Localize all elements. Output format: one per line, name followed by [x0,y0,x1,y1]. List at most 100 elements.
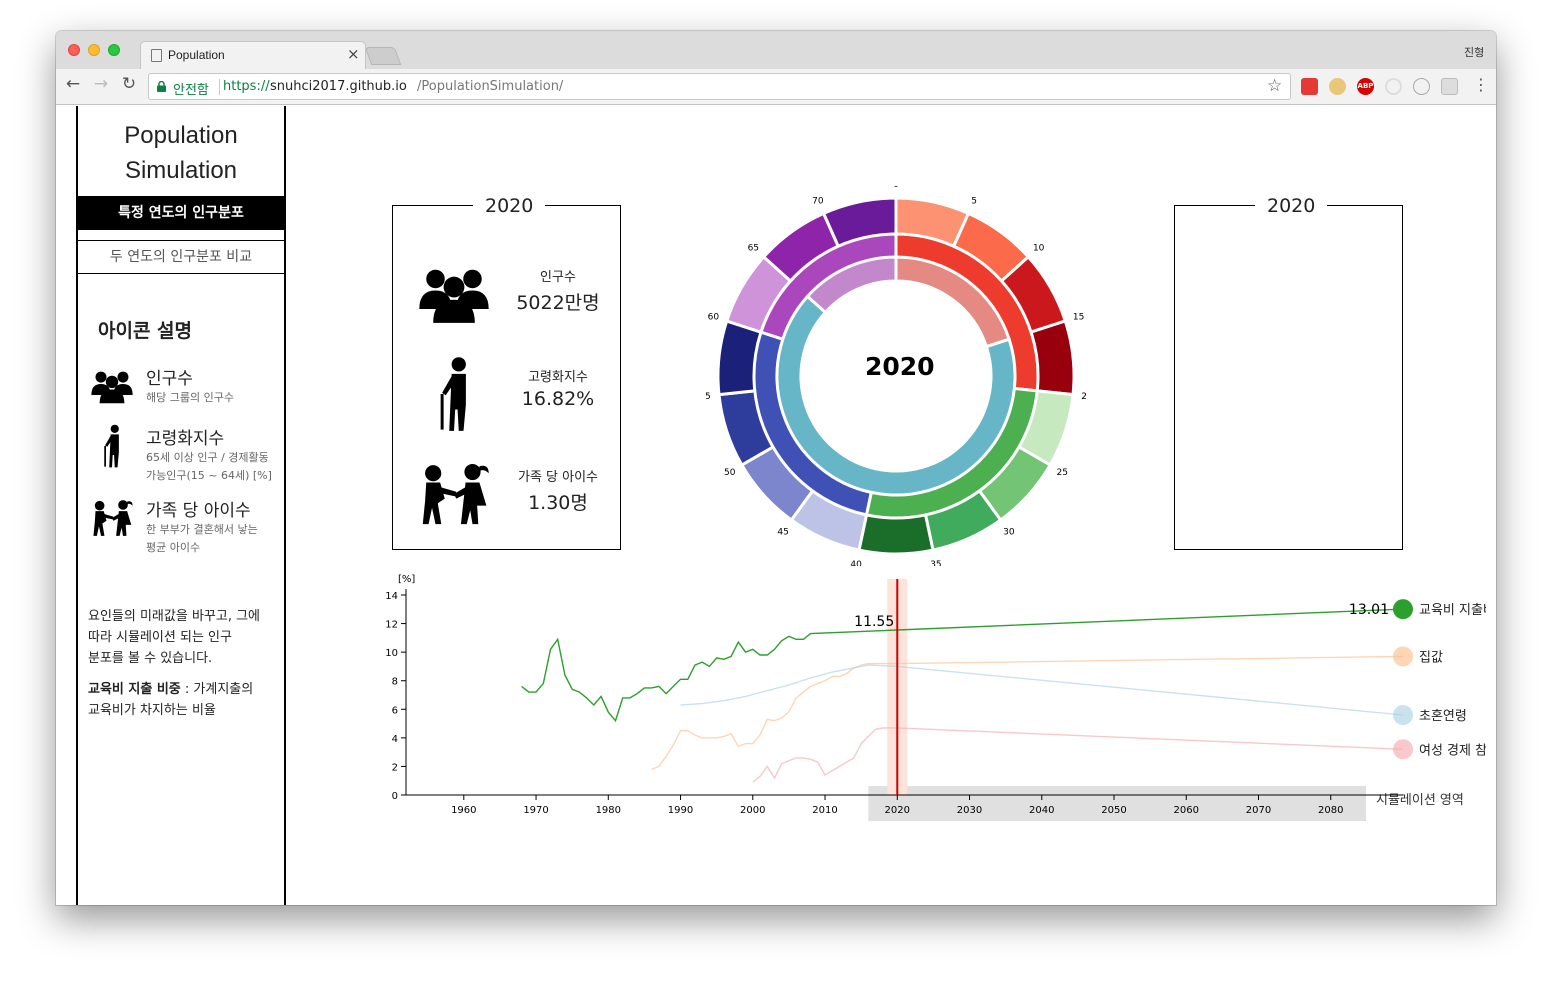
profile-name[interactable]: 진형 [1464,44,1484,60]
extension-circle-icon[interactable] [1385,78,1402,95]
x-tick-label: 2010 [812,805,837,816]
x-tick-label: 2070 [1246,805,1271,816]
elderly-cane-icon [90,424,134,468]
page-content: Population Simulation 특정 연도의 인구분포 두 연도의 인… [56,106,1496,905]
x-tick-label: 2060 [1174,805,1199,816]
stats-card-year: 2020 [473,195,546,217]
description-paragraph: 요인들의 미래값을 바꾸고, 그에 따라 시뮬레이션 되는 인구 분포를 볼 수 있… [88,609,261,666]
browser-tab[interactable]: Population × [140,41,366,69]
series-handle[interactable] [1393,739,1413,760]
people-group-icon [417,256,491,332]
y-tick-label: 8 [392,677,398,688]
series-handle[interactable] [1393,705,1413,725]
bookmark-star-icon[interactable]: ☆ [1267,76,1282,96]
lock-icon [157,81,166,92]
age-tick-label: 20 [1081,392,1086,402]
stats-card-right-year: 2020 [1255,195,1328,217]
annotation-end-value: 13.01 [1349,602,1389,618]
y-tick-label: 6 [392,705,398,716]
series-legend-label: 여성 경제 참여율 [1419,743,1486,758]
stat-label: 가족 당 아이수 [517,470,599,485]
back-icon[interactable]: ← [62,74,84,94]
series-handle[interactable] [1393,646,1413,667]
x-tick-label: 2030 [957,805,982,816]
y-tick-label: 4 [392,734,398,745]
annotation-current-value: 11.55 [854,614,894,630]
elderly-cane-icon [417,356,491,432]
menu-dots-icon[interactable]: ⋮ [1473,75,1489,94]
minimize-window-button[interactable] [88,44,100,56]
stat-label: 인구수 [540,270,576,285]
toolbar: ← → ↻ 안전함 https:// snuhci2017.github.io … [56,69,1496,105]
factor-line-chart[interactable]: 시뮬레이션 영역[%]024681012141960 1970 1980 1990 20… [366,561,1486,831]
series-line[interactable] [651,655,1404,770]
x-tick-label: 1970 [523,805,548,816]
x-tick-label: 2000 [740,805,765,816]
age-tick-label: 55 [706,392,711,402]
y-tick-label: 14 [385,591,398,602]
series-line[interactable] [752,727,1404,783]
extension-cookie-icon[interactable] [1329,78,1346,95]
app-title: Population Simulation [124,122,238,184]
children-playing-icon [90,496,134,540]
maximize-window-button[interactable] [108,44,120,56]
stats-card-right: 2020 [1174,195,1403,550]
children-playing-icon [417,456,491,532]
age-tick-label: 60 [708,313,720,323]
legend-title: 인구수 [146,369,193,389]
x-tick-label: 2080 [1318,805,1343,816]
x-tick-label: 2040 [1029,805,1054,816]
extension-red-icon[interactable] [1301,78,1318,95]
url-host: snuhci2017.github.io [270,79,407,94]
y-tick-label: 2 [392,762,398,773]
age-tick-label: 0 [893,186,899,190]
donut-center-year: 2020 [865,352,935,381]
extension-react-icon[interactable] [1413,78,1430,95]
nav-compare-years[interactable]: 두 연도의 인구분포 비교 [78,240,284,274]
stat-value: 5022만명 [516,292,600,314]
age-tick-label: 25 [1057,468,1068,478]
tab-close-icon[interactable]: × [347,45,360,63]
x-tick-label: 1980 [596,805,621,816]
series-line[interactable] [680,664,1404,716]
legend-title: 고령화지수 [146,429,225,449]
sidebar: Population Simulation 특정 연도의 인구분포 두 연도의 인… [76,106,286,905]
legend-title: 가족 당 아이수 [146,501,251,521]
forward-icon[interactable]: → [90,74,112,94]
url-path: /PopulationSimulation/ [417,79,564,94]
series-line[interactable] [521,608,1404,723]
age-tick-label: 30 [1003,527,1015,537]
secure-label: 안전함 [173,83,209,98]
x-tick-label: 1960 [451,805,476,816]
stats-card-left: 2020 인구수 5022만명 고령화지수 16.82% 가족 당 아이수 1.… [392,195,621,550]
education-definition: 교육비 지출 비중 : 가계지출의 교육비가 차지하는 비율 [88,682,254,718]
x-tick-label: 2020 [885,805,910,816]
address-bar[interactable]: 안전함 https:// snuhci2017.github.io /Popul… [148,73,1291,100]
age-tick-label: 5 [971,197,977,207]
age-tick-label: 70 [812,197,824,207]
url-scheme: https:// [223,79,270,94]
new-tab-button[interactable] [364,47,402,65]
series-legend-label: 초혼연령 [1419,709,1467,724]
stat-value: 1.30명 [528,492,588,514]
age-tick-label: 10 [1033,244,1045,254]
legend-description: 65세 이상 인구 / 경제활동 가능인구(15 ~ 64세) [%] [146,451,272,482]
legend-description: 한 부부가 결혼해서 낳는 평균 아이수 [146,523,258,554]
nav-single-year[interactable]: 특정 연도의 인구분포 [78,196,284,230]
people-group-icon [90,364,134,408]
y-axis-label: [%] [398,574,415,585]
age-tick-label: 45 [777,527,788,537]
close-window-button[interactable] [68,44,80,56]
tab-title: Population [168,48,225,62]
age-tick-label: 15 [1073,313,1084,323]
series-legend-label: 교육비 지출비중 [1419,603,1486,618]
series-handle[interactable] [1393,599,1413,620]
extension-gray-icon[interactable] [1441,78,1458,95]
stat-label: 고령화지수 [528,370,588,385]
stat-value: 16.82% [521,388,595,410]
y-tick-label: 10 [385,648,398,659]
adblock-icon[interactable]: ABP [1357,78,1374,95]
reload-icon[interactable]: ↻ [118,74,140,94]
x-tick-label: 2050 [1101,805,1126,816]
age-tick-label: 65 [748,244,759,254]
